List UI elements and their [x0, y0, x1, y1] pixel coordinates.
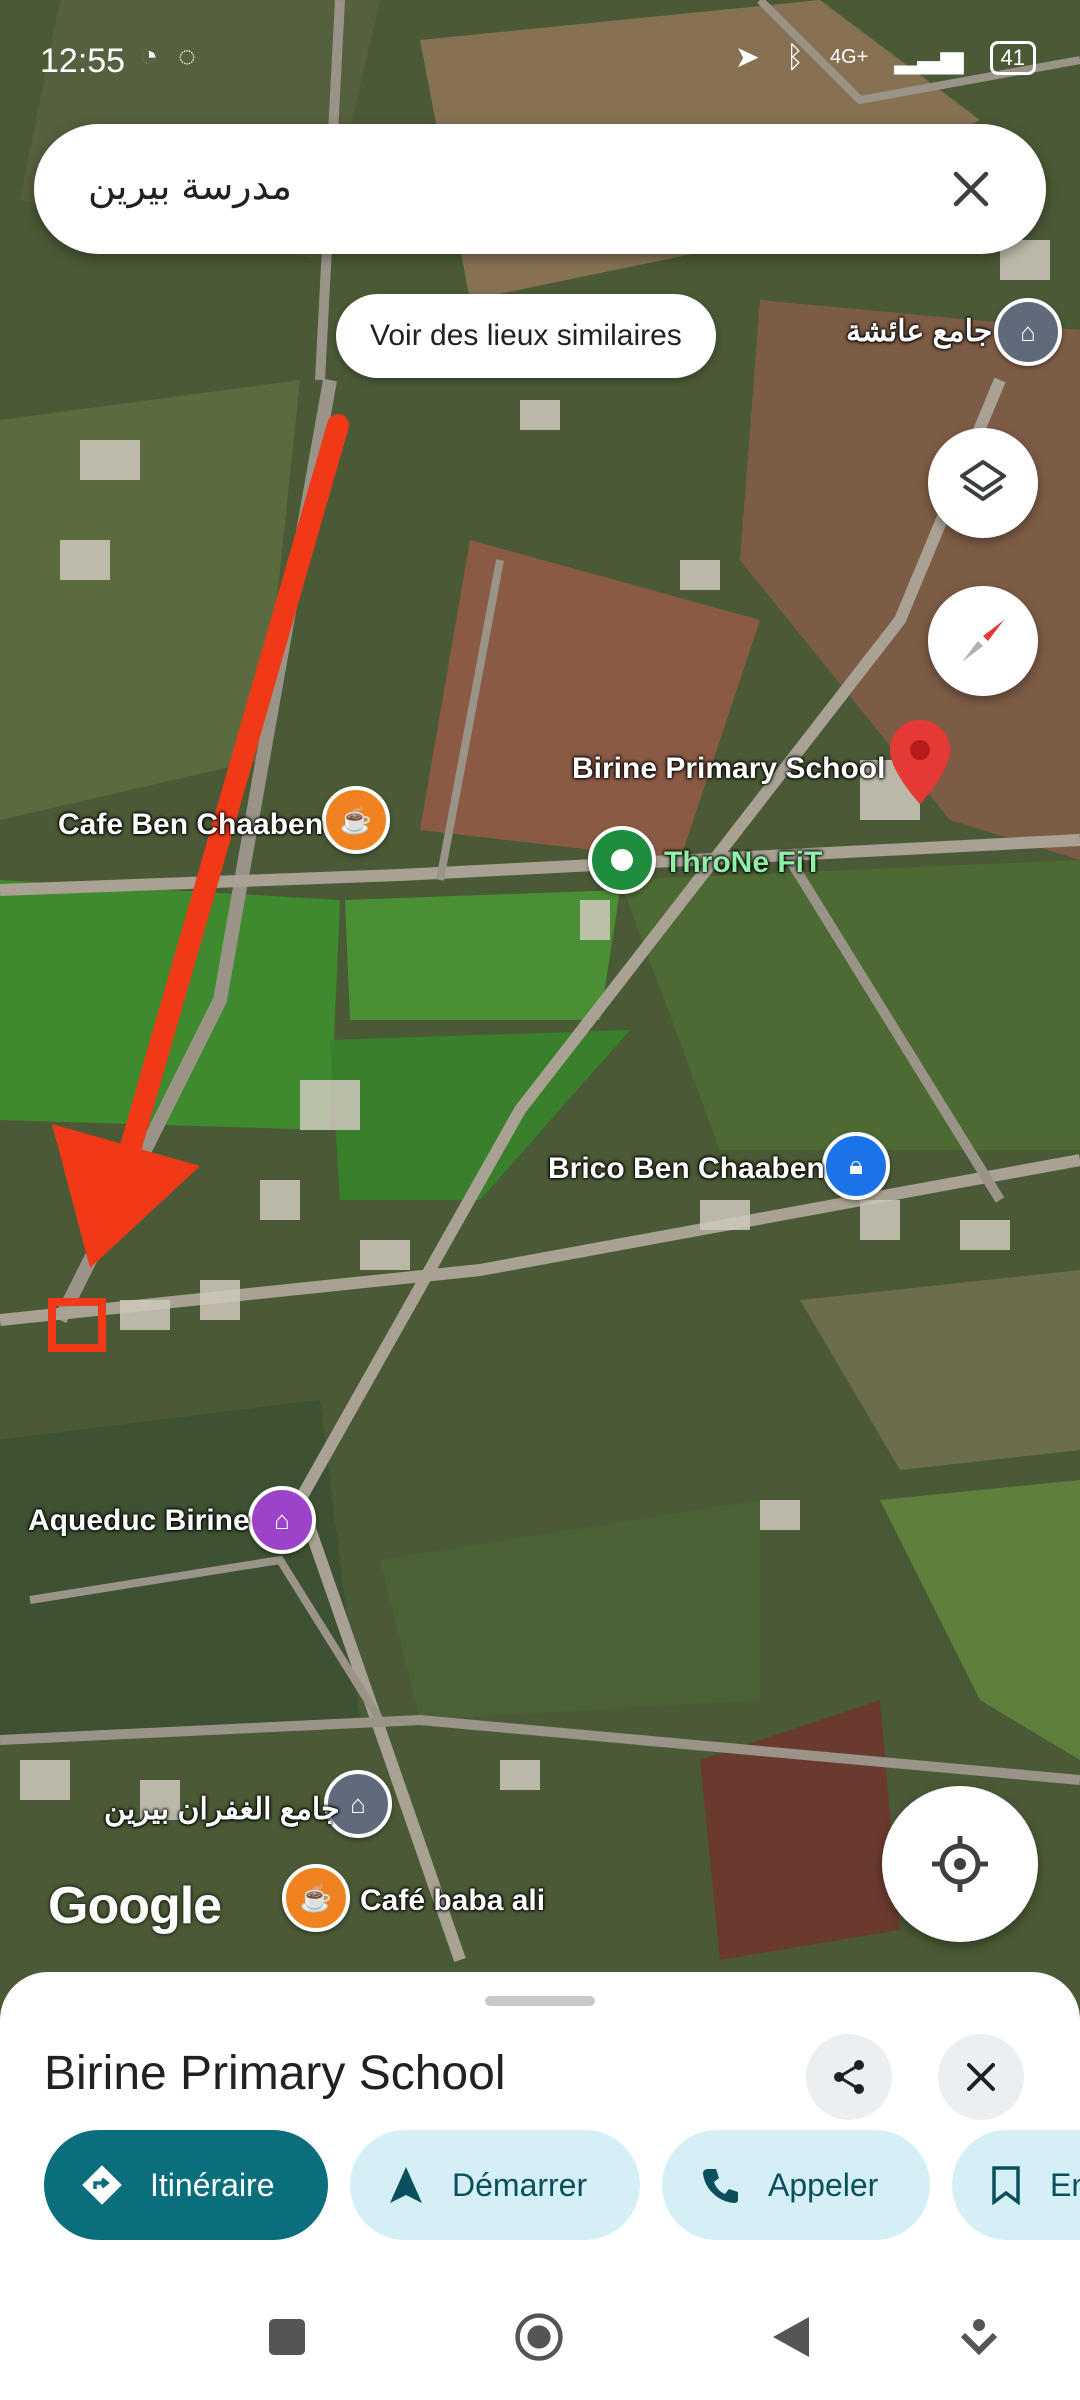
shopping-bag-icon: 🔒︎ [849, 1150, 863, 1180]
my-location-button[interactable] [882, 1786, 1038, 1942]
gym-icon [611, 849, 633, 871]
share-icon [834, 2060, 864, 2094]
directions-button[interactable]: Itinéraire [44, 2130, 328, 2240]
directions-icon [82, 2165, 122, 2205]
similar-places-chip[interactable]: Voir des lieux similaires [336, 294, 716, 378]
start-label: Démarrer [452, 2166, 588, 2203]
notification-icons: ◔ ◌ [140, 40, 196, 74]
close-search-button[interactable] [936, 154, 1006, 224]
museum-pin[interactable]: ⌂ [248, 1486, 316, 1554]
place-label-cafe-baba-ali[interactable]: Café baba ali [360, 1884, 545, 1918]
close-icon [953, 171, 989, 207]
place-label-brico[interactable]: Brico Ben Chaaben [548, 1152, 825, 1186]
place-label-aqueduc[interactable]: Aqueduc Birine [28, 1504, 250, 1538]
cafe-pin[interactable]: ☕ [322, 786, 390, 854]
back-button[interactable] [766, 2312, 816, 2362]
layers-button[interactable] [928, 428, 1038, 538]
place-bottom-sheet[interactable]: Birine Primary School Itinéraire Démarre… [0, 1972, 1080, 2272]
place-title: Birine Primary School [44, 2047, 506, 2100]
save-button[interactable]: En [952, 2130, 1080, 2240]
my-location-icon [932, 1836, 988, 1892]
action-buttons-row: Itinéraire Démarrer Appeler En [44, 2130, 1080, 2242]
call-label: Appeler [768, 2166, 879, 2203]
directions-label: Itinéraire [150, 2166, 275, 2203]
bookmark-icon [992, 2166, 1020, 2205]
search-query[interactable]: مدرسة بيرين [88, 164, 292, 209]
system-icons: ➤ ᛒ 4G+ ▂▃▅ 41 [735, 40, 1036, 75]
cafe-icon: ☕ [299, 1882, 333, 1913]
system-nav-bar [0, 2272, 1080, 2400]
save-label: En [1050, 2166, 1080, 2203]
square-icon [269, 2319, 305, 2355]
place-label-cafe-ben-chaaben[interactable]: Cafe Ben Chaaben [58, 808, 323, 842]
accessibility-button[interactable] [954, 2312, 1004, 2362]
search-bar[interactable]: مدرسة بيرين [34, 124, 1046, 254]
sheet-drag-handle[interactable] [485, 1996, 595, 2006]
call-button[interactable]: Appeler [662, 2130, 930, 2240]
close-sheet-button[interactable] [938, 2034, 1024, 2120]
status-time: 12:55 [40, 42, 126, 80]
home-button[interactable] [514, 2312, 564, 2362]
compass-button[interactable] [928, 586, 1038, 696]
status-bar: 12:55 ◔ ◌ ➤ ᛒ 4G+ ▂▃▅ 41 [0, 0, 1080, 120]
close-icon [967, 2063, 995, 2091]
selected-place-pin[interactable] [890, 720, 950, 804]
network-label: 4G+ [829, 46, 869, 68]
cafe-icon: ☕ [339, 804, 373, 835]
cafe-baba-ali-pin[interactable]: ☕ [282, 1864, 350, 1932]
shop-pin[interactable]: 🔒︎ [822, 1132, 890, 1200]
place-label-throne-fit[interactable]: ThroNe FiT [664, 846, 822, 880]
layers-icon [960, 460, 1006, 501]
place-label-mosque-ghofrane[interactable]: جامع الغفران بيرين [104, 1792, 340, 1827]
location-arrow-icon: ➤ [734, 41, 760, 74]
assistant-icon: ◌ [178, 40, 196, 73]
phone-icon [703, 2169, 738, 2203]
back-triangle-icon [773, 2317, 809, 2357]
compass-icon [962, 620, 1004, 662]
museum-icon: ⌂ [274, 1504, 290, 1535]
navigation-icon [390, 2167, 422, 2203]
start-button[interactable]: Démarrer [350, 2130, 640, 2240]
battery-icon: 41 [989, 40, 1036, 75]
mosque-icon: ⌂ [350, 1788, 366, 1819]
signal-icon: ▂▃▅ [894, 41, 964, 74]
place-label-birine-school[interactable]: Birine Primary School [572, 752, 885, 786]
mosque-pin[interactable]: ⌂ [994, 298, 1062, 366]
google-logo: Google [48, 1877, 222, 1935]
messenger-icon: ◔ [140, 40, 159, 73]
gym-pin[interactable] [588, 826, 656, 894]
mosque-icon: ⌂ [1020, 316, 1036, 347]
home-circle-icon [515, 2313, 563, 2361]
bluetooth-icon: ᛒ [785, 40, 804, 74]
share-button[interactable] [806, 2034, 892, 2120]
accessibility-icon [960, 2319, 998, 2356]
recents-button[interactable] [262, 2312, 312, 2362]
place-label-mosque-aicha[interactable]: جامع عائشة [846, 314, 992, 349]
